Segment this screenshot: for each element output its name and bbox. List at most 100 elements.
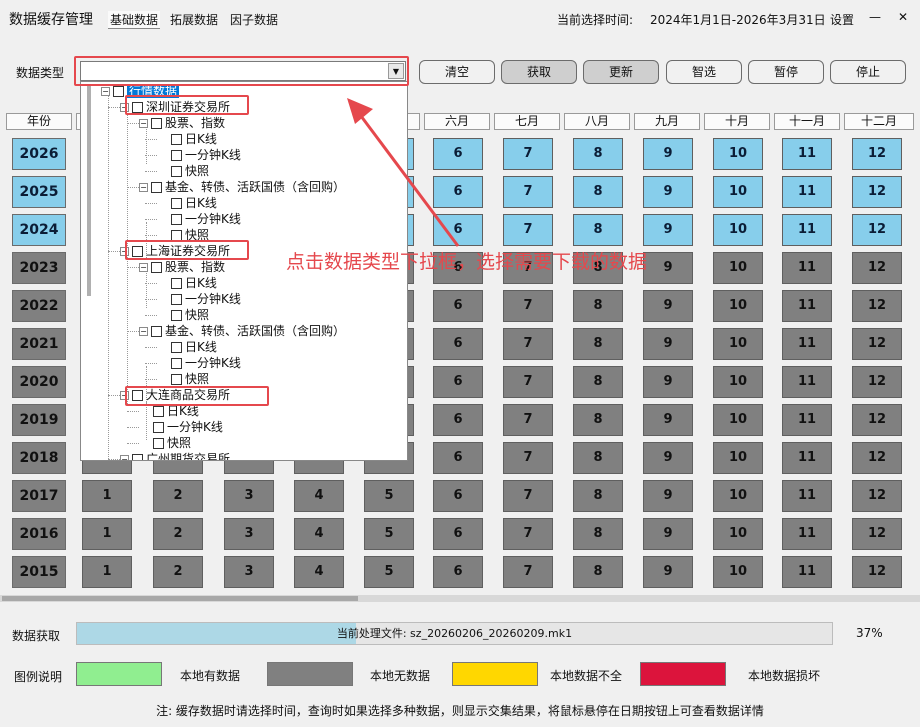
tree-node[interactable]: 快照 xyxy=(139,435,191,451)
settings-button[interactable]: 设置 xyxy=(830,11,854,28)
tree-checkbox[interactable] xyxy=(171,374,182,385)
month-button[interactable]: 2 xyxy=(153,480,203,512)
tree-checkbox[interactable] xyxy=(153,422,164,433)
month-button[interactable]: 7 xyxy=(503,366,553,398)
month-button[interactable]: 6 xyxy=(433,138,483,170)
tree-node[interactable]: − 上海证券交易所 xyxy=(120,243,230,259)
month-button[interactable]: 9 xyxy=(643,252,693,284)
month-button[interactable]: 11 xyxy=(782,138,832,170)
tree-node[interactable]: − 深圳证券交易所 xyxy=(120,99,230,115)
month-button[interactable]: 3 xyxy=(224,480,274,512)
tree-node[interactable]: 快照 xyxy=(157,227,209,243)
month-button[interactable]: 7 xyxy=(503,442,553,474)
month-button[interactable]: 10 xyxy=(713,480,763,512)
tree-checkbox[interactable] xyxy=(153,406,164,417)
month-button[interactable]: 10 xyxy=(713,176,763,208)
tree-node[interactable]: 一分钟K线 xyxy=(157,291,241,307)
month-button[interactable]: 10 xyxy=(713,404,763,436)
year-button[interactable]: 2023 xyxy=(12,252,66,284)
month-button[interactable]: 11 xyxy=(782,214,832,246)
year-button[interactable]: 2021 xyxy=(12,328,66,360)
month-button[interactable]: 10 xyxy=(713,556,763,588)
month-button[interactable]: 8 xyxy=(573,176,623,208)
month-button[interactable]: 12 xyxy=(852,138,902,170)
horizontal-scrollbar[interactable] xyxy=(0,595,920,602)
tab-extended-data[interactable]: 拓展数据 xyxy=(168,11,220,28)
tree-checkbox[interactable] xyxy=(151,262,162,273)
month-button[interactable]: 2 xyxy=(153,556,203,588)
month-button[interactable]: 9 xyxy=(643,366,693,398)
tree-node[interactable]: 日K线 xyxy=(157,195,217,211)
tree-node[interactable]: 一分钟K线 xyxy=(157,211,241,227)
month-button[interactable]: 7 xyxy=(503,214,553,246)
tree-node[interactable]: 快照 xyxy=(157,371,209,387)
month-button[interactable]: 2 xyxy=(153,518,203,550)
month-button[interactable]: 8 xyxy=(573,290,623,322)
tree-node[interactable]: 一分钟K线 xyxy=(139,419,223,435)
tree-checkbox[interactable] xyxy=(171,310,182,321)
month-button[interactable]: 11 xyxy=(782,366,832,398)
month-button[interactable]: 10 xyxy=(713,442,763,474)
year-button[interactable]: 2016 xyxy=(12,518,66,550)
month-button[interactable]: 6 xyxy=(433,480,483,512)
month-button[interactable]: 7 xyxy=(503,138,553,170)
tree-checkbox[interactable] xyxy=(171,166,182,177)
month-button[interactable]: 12 xyxy=(852,252,902,284)
tree-checkbox[interactable] xyxy=(171,134,182,145)
tree-checkbox[interactable] xyxy=(151,182,162,193)
year-button[interactable]: 2020 xyxy=(12,366,66,398)
month-button[interactable]: 6 xyxy=(433,404,483,436)
month-button[interactable]: 11 xyxy=(782,480,832,512)
month-button[interactable]: 6 xyxy=(433,176,483,208)
dropdown-arrow-icon[interactable]: ▼ xyxy=(388,63,404,79)
month-button[interactable]: 7 xyxy=(503,176,553,208)
month-button[interactable]: 12 xyxy=(852,214,902,246)
month-button[interactable]: 4 xyxy=(294,480,344,512)
year-button[interactable]: 2025 xyxy=(12,176,66,208)
month-button[interactable]: 12 xyxy=(852,556,902,588)
tree-checkbox[interactable] xyxy=(171,198,182,209)
month-button[interactable]: 1 xyxy=(82,480,132,512)
month-button[interactable]: 10 xyxy=(713,328,763,360)
month-button[interactable]: 12 xyxy=(852,442,902,474)
minimize-icon[interactable]: — xyxy=(867,9,883,25)
month-button[interactable]: 12 xyxy=(852,518,902,550)
tab-factor-data[interactable]: 因子数据 xyxy=(228,11,280,28)
tree-node[interactable]: 快照 xyxy=(157,307,209,323)
year-button[interactable]: 2026 xyxy=(12,138,66,170)
tree-checkbox[interactable] xyxy=(171,342,182,353)
month-button[interactable]: 9 xyxy=(643,328,693,360)
month-button[interactable]: 8 xyxy=(573,404,623,436)
tree-node[interactable]: 日K线 xyxy=(157,339,217,355)
month-button[interactable]: 12 xyxy=(852,328,902,360)
tree-checkbox[interactable] xyxy=(171,230,182,241)
tree-checkbox[interactable] xyxy=(153,438,164,449)
month-button[interactable]: 3 xyxy=(224,556,274,588)
month-button[interactable]: 7 xyxy=(503,518,553,550)
month-button[interactable]: 9 xyxy=(643,214,693,246)
tree-node[interactable]: 日K线 xyxy=(157,275,217,291)
month-button[interactable]: 9 xyxy=(643,556,693,588)
month-button[interactable]: 6 xyxy=(433,290,483,322)
tree-checkbox[interactable] xyxy=(171,358,182,369)
tree-node[interactable]: 日K线 xyxy=(157,131,217,147)
year-button[interactable]: 2019 xyxy=(12,404,66,436)
month-button[interactable]: 10 xyxy=(713,290,763,322)
month-button[interactable]: 10 xyxy=(713,366,763,398)
year-button[interactable]: 2015 xyxy=(12,556,66,588)
month-button[interactable]: 8 xyxy=(573,480,623,512)
pause-button[interactable]: 暂停 xyxy=(748,60,824,84)
month-button[interactable]: 11 xyxy=(782,252,832,284)
clear-button[interactable]: 清空 xyxy=(419,60,495,84)
data-type-combobox[interactable]: ▼ xyxy=(80,61,406,81)
month-button[interactable]: 12 xyxy=(852,366,902,398)
month-button[interactable]: 12 xyxy=(852,480,902,512)
month-button[interactable]: 12 xyxy=(852,290,902,322)
stop-button[interactable]: 停止 xyxy=(830,60,906,84)
collapse-icon[interactable]: − xyxy=(139,327,148,336)
tree-node[interactable]: 日K线 xyxy=(139,403,199,419)
tree-checkbox[interactable] xyxy=(151,326,162,337)
tree-node[interactable]: 一分钟K线 xyxy=(157,355,241,371)
month-button[interactable]: 5 xyxy=(364,480,414,512)
month-button[interactable]: 9 xyxy=(643,518,693,550)
